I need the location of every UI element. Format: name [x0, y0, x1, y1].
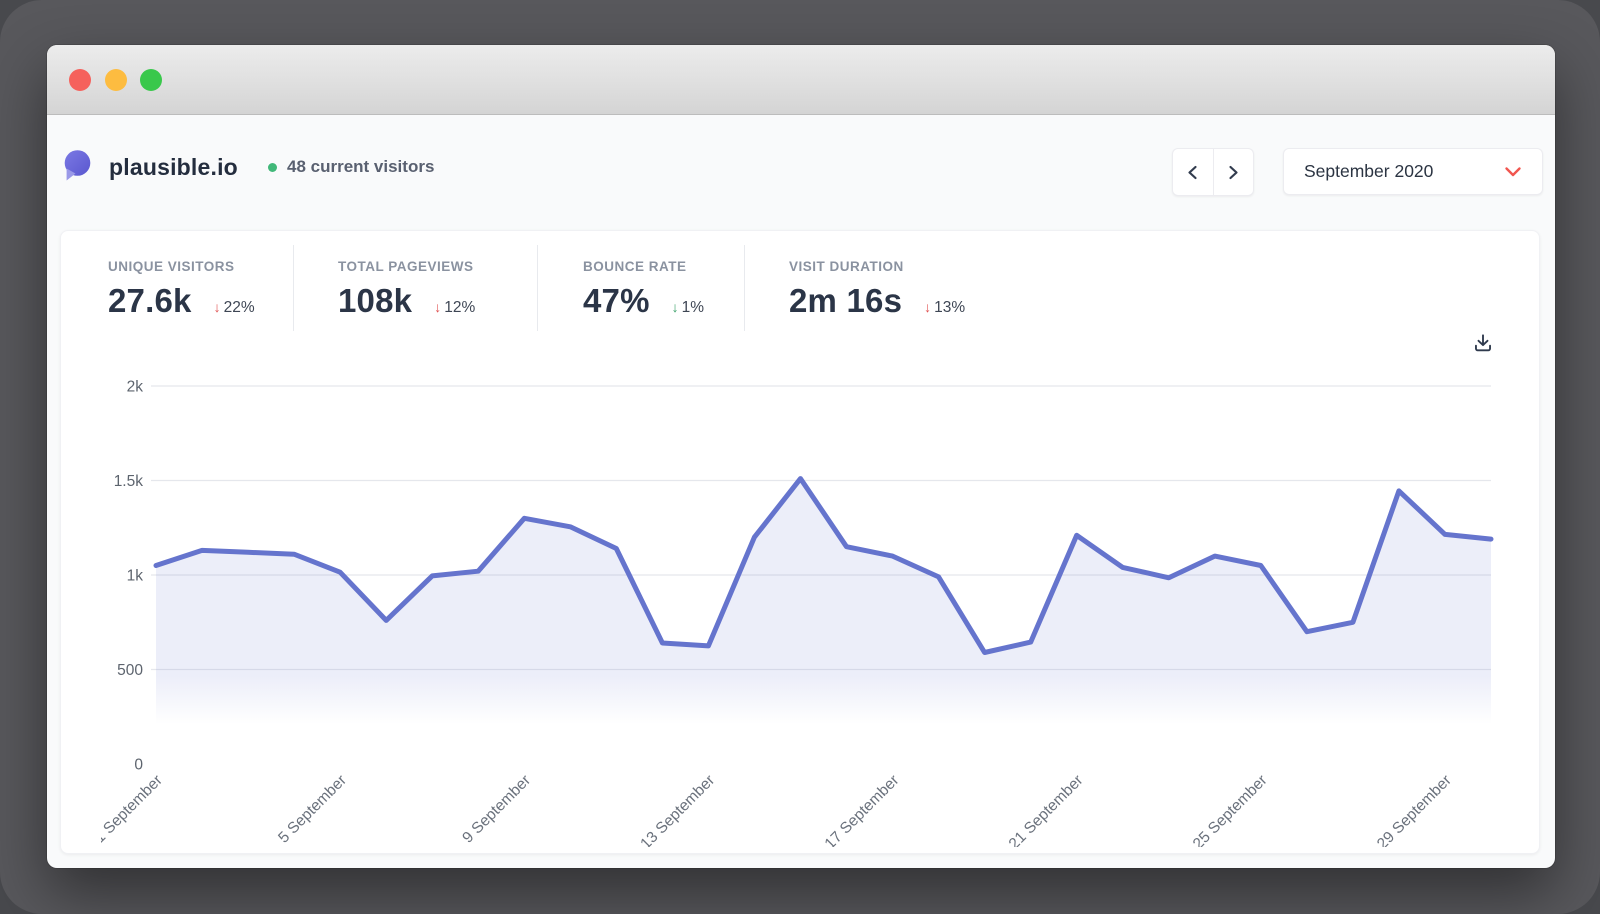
stat-delta: 1%: [682, 299, 704, 317]
close-button[interactable]: [69, 69, 91, 91]
stat-value: 2m 16s: [789, 282, 902, 320]
stat-label: UNIQUE VISITORS: [108, 259, 293, 274]
chevron-left-icon: [1186, 164, 1199, 181]
svg-text:21 September: 21 September: [1006, 772, 1087, 847]
svg-text:1k: 1k: [127, 568, 144, 585]
previous-period-button[interactable]: [1173, 149, 1214, 195]
arrow-down-icon: ↓: [672, 299, 679, 315]
stat-bounce-rate[interactable]: BOUNCE RATE 47% ↓1%: [538, 245, 745, 331]
stat-label: BOUNCE RATE: [583, 259, 744, 274]
zoom-button[interactable]: [140, 69, 162, 91]
chevron-down-icon: [1504, 166, 1522, 178]
arrow-down-icon: ↓: [214, 299, 221, 315]
arrow-down-icon: ↓: [434, 299, 441, 315]
period-selector-dropdown[interactable]: September 2020: [1283, 148, 1543, 195]
minimize-button[interactable]: [105, 69, 127, 91]
period-nav: [1172, 148, 1254, 196]
current-visitors[interactable]: 48 current visitors: [268, 149, 434, 185]
svg-text:29 September: 29 September: [1374, 772, 1455, 847]
svg-text:500: 500: [117, 662, 143, 679]
desktop-background: plausible.io 48 current visitors Septemb…: [0, 0, 1600, 914]
arrow-down-icon: ↓: [924, 299, 931, 315]
svg-text:9 September: 9 September: [459, 772, 534, 847]
download-icon: [1472, 332, 1494, 354]
svg-text:1.5k: 1.5k: [114, 473, 144, 490]
stat-delta: 12%: [444, 299, 475, 317]
live-dot-icon: [268, 163, 277, 172]
svg-text:2k: 2k: [127, 379, 144, 396]
svg-text:25 September: 25 September: [1190, 772, 1271, 847]
stat-delta: 22%: [224, 299, 255, 317]
download-export-button[interactable]: [1471, 331, 1495, 355]
stat-label: VISIT DURATION: [789, 259, 965, 274]
site-header: plausible.io: [62, 149, 238, 185]
stat-value: 108k: [338, 282, 412, 320]
svg-text:0: 0: [134, 757, 143, 774]
stat-visit-duration[interactable]: VISIT DURATION 2m 16s ↓13%: [745, 245, 965, 331]
stat-label: TOTAL PAGEVIEWS: [338, 259, 537, 274]
dashboard-card: UNIQUE VISITORS 27.6k ↓22% TOTAL PAGEVIE…: [60, 230, 1540, 854]
window-titlebar: [47, 45, 1555, 115]
stat-delta: 13%: [934, 299, 965, 317]
top-stats: UNIQUE VISITORS 27.6k ↓22% TOTAL PAGEVIE…: [108, 245, 1499, 331]
stat-value: 27.6k: [108, 282, 192, 320]
stat-total-pageviews[interactable]: TOTAL PAGEVIEWS 108k ↓12%: [294, 245, 538, 331]
svg-text:17 September: 17 September: [822, 772, 903, 847]
svg-text:5 September: 5 September: [275, 772, 350, 847]
stat-value: 47%: [583, 282, 650, 320]
next-period-button[interactable]: [1214, 149, 1254, 195]
site-name: plausible.io: [109, 154, 238, 181]
period-selector-value: September 2020: [1304, 161, 1433, 182]
svg-text:13 September: 13 September: [637, 772, 718, 847]
current-visitors-label: 48 current visitors: [287, 157, 434, 177]
visitors-chart: 0 500 1k 1.5k 2k 1 September 5 September 9 Sept…: [101, 369, 1501, 847]
plausible-logo-icon: [62, 149, 91, 185]
svg-text:1 September: 1 September: [101, 772, 166, 847]
browser-window: plausible.io 48 current visitors Septemb…: [47, 45, 1555, 868]
chevron-right-icon: [1227, 164, 1240, 181]
stat-unique-visitors[interactable]: UNIQUE VISITORS 27.6k ↓22%: [108, 245, 294, 331]
